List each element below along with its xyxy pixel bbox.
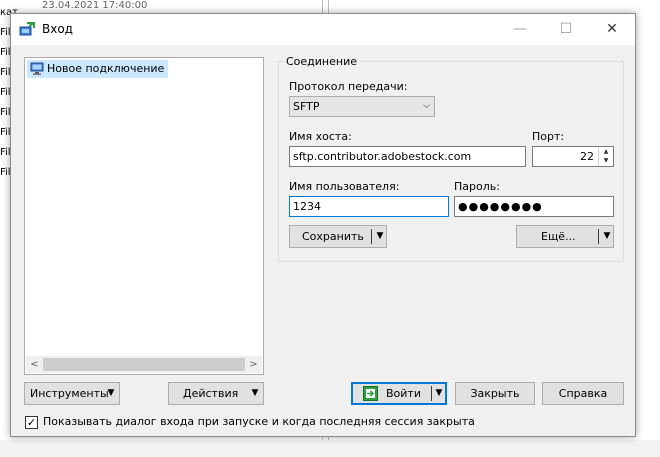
show-dialog-checkbox[interactable]: ✓ — [25, 416, 38, 429]
dropdown-arrow-icon[interactable]: ▼ — [432, 384, 446, 405]
save-button[interactable]: Сохранить ▼ — [289, 225, 387, 248]
help-button[interactable]: Справка — [542, 382, 624, 405]
login-button-label: Войти — [386, 387, 421, 400]
port-spinner[interactable]: 22 ▲ ▼ — [532, 146, 614, 167]
close-window-button[interactable]: ✕ — [589, 14, 635, 45]
port-value: 22 — [580, 150, 594, 163]
dropdown-arrow-icon: ▼ — [251, 388, 259, 398]
checkmark-icon: ✓ — [26, 416, 37, 429]
maximize-button[interactable]: ☐ — [543, 14, 589, 45]
connection-group-title: Соединение — [283, 55, 361, 68]
password-field[interactable]: ●●●●●●●● — [454, 196, 614, 217]
show-dialog-checkbox-label[interactable]: Показывать диалог входа при запуске и ко… — [43, 415, 475, 429]
background-status-strip — [0, 440, 660, 457]
username-label: Имя пользователя: — [289, 180, 400, 193]
username-field[interactable]: 1234 — [289, 196, 449, 217]
tree-item-new-connection[interactable]: Новое подключение — [27, 60, 169, 78]
host-field[interactable]: sftp.contributor.adobestock.com — [289, 146, 526, 167]
protocol-label: Протокол передачи: — [289, 80, 408, 93]
login-button[interactable]: Войти ▼ — [351, 382, 447, 405]
scroll-left-button[interactable]: < — [26, 356, 43, 373]
scroll-thumb[interactable] — [43, 358, 245, 371]
password-label: Пароль: — [454, 180, 500, 193]
host-label: Имя хоста: — [289, 130, 352, 143]
split-divider — [371, 229, 372, 244]
dropdown-arrow-icon: ▼ — [107, 388, 115, 398]
save-button-label: Сохранить — [302, 230, 364, 243]
login-arrow-icon — [363, 386, 378, 401]
close-button[interactable]: Закрыть — [455, 382, 535, 405]
tree-horizontal-scrollbar[interactable]: < > — [26, 356, 262, 373]
background-date-text: 23.04.2021 17:40:00 — [42, 0, 148, 11]
split-divider — [598, 229, 599, 244]
login-dialog: Вход — ☐ ✕ Новое подключение < > Соедине… — [10, 13, 636, 437]
site-tree[interactable]: Новое подключение < > — [24, 57, 264, 375]
more-button[interactable]: Ещё... ▼ — [516, 225, 614, 248]
tree-item-label: Новое подключение — [47, 62, 165, 75]
port-label: Порт: — [532, 130, 565, 143]
chevron-down-icon: ⌵ — [423, 101, 430, 111]
scroll-right-button[interactable]: > — [245, 356, 262, 373]
dialog-title: Вход — [42, 22, 73, 36]
dropdown-arrow-icon[interactable]: ▼ — [373, 226, 387, 247]
computer-icon — [30, 62, 44, 76]
protocol-value: SFTP — [293, 100, 320, 113]
actions-button-label: Действия — [183, 387, 239, 400]
spin-arrows-icon[interactable]: ▲ ▼ — [598, 147, 613, 166]
more-button-label: Ещё... — [541, 230, 576, 243]
tools-button[interactable]: Инструменты ▼ — [24, 382, 120, 405]
winscp-login-icon — [19, 22, 35, 38]
protocol-select[interactable]: SFTP ⌵ — [289, 96, 435, 117]
dropdown-arrow-icon[interactable]: ▼ — [600, 226, 614, 247]
minimize-button[interactable]: — — [497, 14, 543, 45]
tools-button-label: Инструменты — [30, 387, 109, 400]
title-bar[interactable]: Вход — ☐ ✕ — [11, 14, 635, 45]
actions-button[interactable]: Действия ▼ — [168, 382, 264, 405]
